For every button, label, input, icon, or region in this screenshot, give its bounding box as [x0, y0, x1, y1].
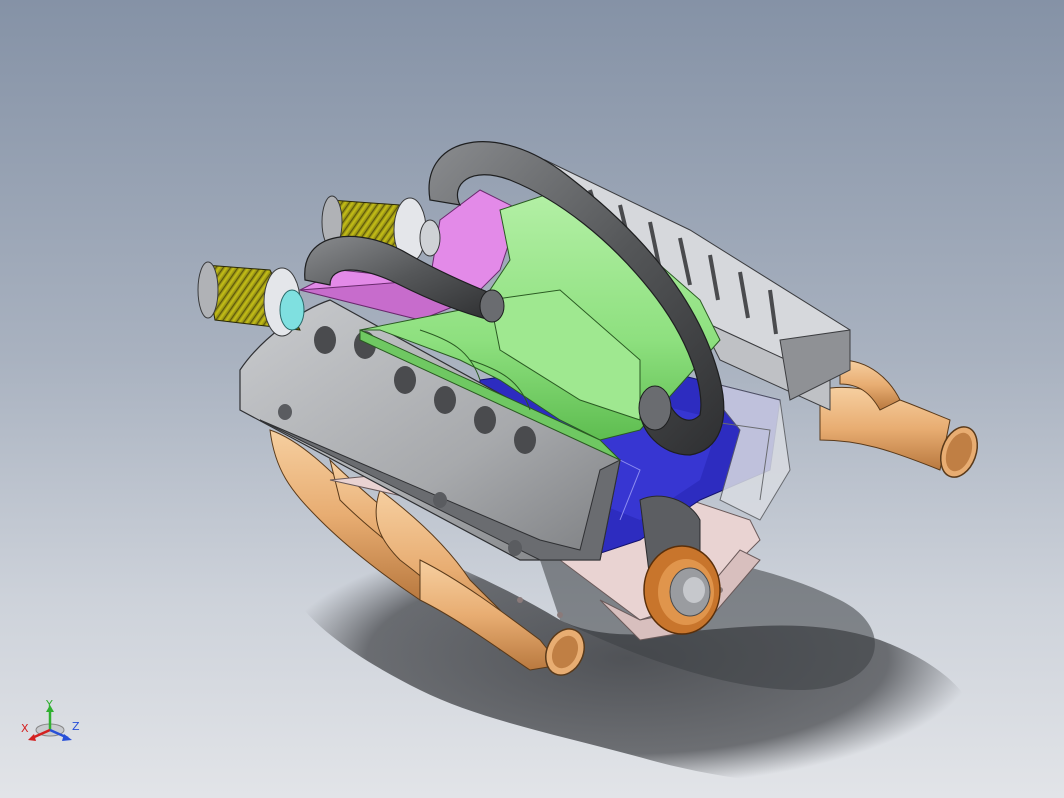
x-axis-label: X: [21, 722, 29, 735]
exhaust-header-right[interactable]: [819, 359, 984, 482]
graphics-viewport[interactable]: Y X Z: [0, 0, 1064, 798]
orientation-triad: Y X Z: [21, 700, 80, 741]
engine-model[interactable]: [0, 0, 1064, 798]
air-filter-front[interactable]: [197, 261, 305, 337]
z-axis-label: Z: [72, 720, 80, 733]
y-axis-label: Y: [45, 700, 53, 711]
x-arrowhead-icon: [28, 734, 36, 741]
